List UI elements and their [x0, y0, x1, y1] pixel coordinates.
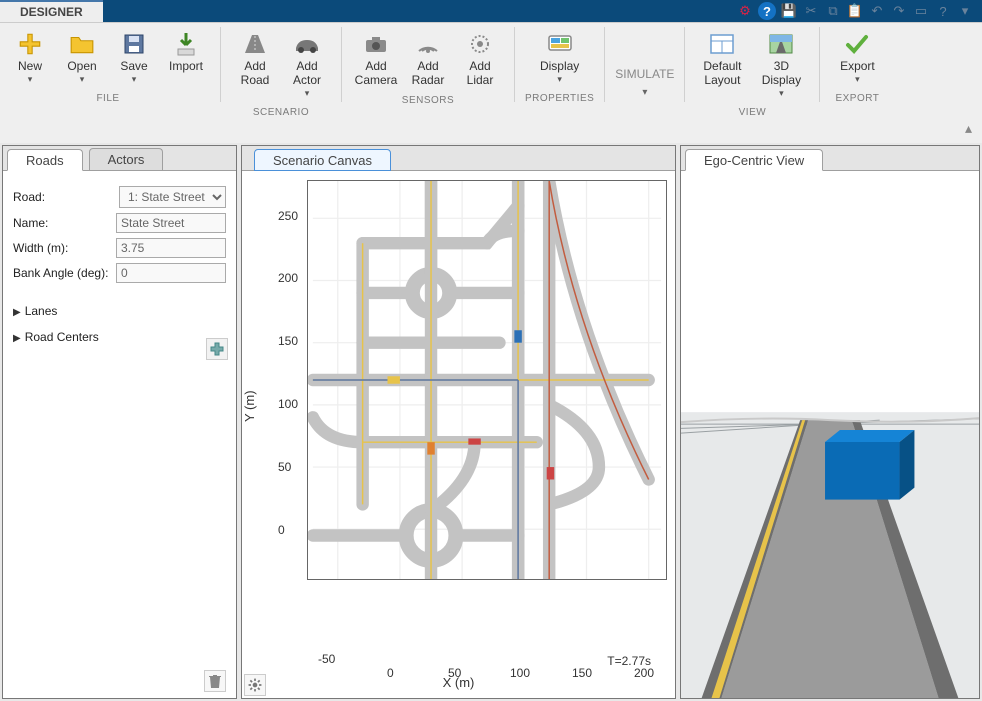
check-icon: [832, 29, 882, 59]
ego-vehicle: [825, 430, 914, 500]
bank-field[interactable]: [116, 263, 226, 283]
layout-icon[interactable]: ▭: [912, 2, 930, 20]
bank-label: Bank Angle (deg):: [13, 266, 116, 280]
save-icon[interactable]: 💾: [780, 2, 798, 20]
width-field[interactable]: [116, 238, 226, 258]
toolstrip: New ▾ Open ▾ Save ▾: [0, 22, 982, 143]
display-button[interactable]: Display ▾: [532, 27, 588, 87]
tab-ego-view[interactable]: Ego-Centric View: [685, 149, 823, 171]
y-tick-0: 0: [278, 523, 285, 537]
y-axis-title: Y (m): [242, 390, 257, 422]
add-center-button[interactable]: [206, 338, 228, 360]
menu-icon[interactable]: ▾: [956, 2, 974, 20]
x-tick-100: 100: [510, 666, 530, 680]
group-sensors: Add Camera Add Radar Add Lidar SENSORS: [346, 23, 510, 122]
display-icon: [534, 29, 586, 59]
y-tick-150: 150: [278, 334, 298, 348]
add-radar-button[interactable]: Add Radar: [404, 27, 452, 89]
x-tick-150: 150: [572, 666, 592, 680]
paste-icon[interactable]: 📋: [846, 2, 864, 20]
width-label: Width (m):: [13, 241, 116, 255]
add-camera-button[interactable]: Add Camera: [352, 27, 400, 89]
undo-icon[interactable]: ↶: [868, 2, 886, 20]
redo-icon[interactable]: ↷: [890, 2, 908, 20]
add-road-button[interactable]: Add Road: [231, 27, 279, 101]
left-panel: Roads Actors Road: 1: State Street Name:…: [2, 145, 237, 699]
canvas-settings-button[interactable]: [244, 674, 266, 696]
pref-icon[interactable]: ⚙: [736, 2, 754, 20]
copy-icon[interactable]: ⧉: [824, 2, 842, 20]
scenario-map[interactable]: [307, 180, 667, 580]
add-actor-label: Add Actor: [285, 59, 329, 87]
import-icon: [164, 29, 208, 59]
sensors-group-label: SENSORS: [402, 89, 454, 110]
road-label: Road:: [13, 190, 119, 204]
tab-actors[interactable]: Actors: [89, 148, 164, 170]
section-road-centers[interactable]: Road Centers: [3, 324, 236, 350]
group-scenario: Add Road Add Actor ▾ SCENARIO: [225, 23, 337, 122]
y-tick-100: 100: [278, 397, 298, 411]
file-group-label: FILE: [96, 87, 119, 108]
export-group-label: EXPORT: [835, 87, 879, 108]
road-select[interactable]: 1: State Street: [119, 186, 226, 208]
cut-icon[interactable]: ✂: [802, 2, 820, 20]
plus-icon: [8, 29, 52, 59]
designer-tab[interactable]: DESIGNER: [0, 0, 103, 22]
name-field[interactable]: [116, 213, 226, 233]
x-tick-0: 0: [387, 666, 394, 680]
toolstrip-collapse-icon[interactable]: ▴: [965, 120, 972, 137]
group-simulate: SIMULATE ▾: [609, 23, 680, 122]
group-view: Default Layout 3D Display ▾ VIEW: [689, 23, 815, 122]
new-button[interactable]: New ▾: [6, 27, 54, 87]
delete-button[interactable]: [204, 670, 226, 692]
folder-icon: [60, 29, 104, 59]
ego-scene[interactable]: [681, 176, 979, 698]
y-tick-50: 50: [278, 460, 291, 474]
three-d-icon: [755, 29, 807, 59]
section-lanes[interactable]: Lanes: [3, 298, 236, 324]
time-label: T=2.77s: [607, 654, 651, 668]
import-button[interactable]: Import: [162, 27, 210, 87]
lidar-icon: [458, 29, 502, 59]
help-blue-icon[interactable]: ?: [758, 2, 776, 20]
properties-group-label: PROPERTIES: [525, 87, 594, 108]
title-bar: DESIGNER ⚙ ? 💾 ✂ ⧉ 📋 ↶ ↷ ▭ ? ▾: [0, 0, 982, 22]
add-lidar-button[interactable]: Add Lidar: [456, 27, 504, 89]
three-d-display-button[interactable]: 3D Display ▾: [753, 27, 809, 101]
x-tick-50: 50: [448, 666, 461, 680]
save-button[interactable]: Save ▾: [110, 27, 158, 87]
tab-roads[interactable]: Roads: [7, 149, 83, 171]
scenario-group-label: SCENARIO: [253, 101, 309, 122]
body: Roads Actors Road: 1: State Street Name:…: [0, 143, 982, 701]
group-file: New ▾ Open ▾ Save ▾: [0, 23, 216, 122]
open-button[interactable]: Open ▾: [58, 27, 106, 87]
y-tick-200: 200: [278, 271, 298, 285]
add-road-label: Add Road: [233, 59, 277, 87]
default-layout-button[interactable]: Default Layout: [695, 27, 749, 101]
simulate-label: SIMULATE: [615, 67, 674, 81]
x-tick-200: 200: [634, 666, 654, 680]
radar-icon: [406, 29, 450, 59]
car-icon: [285, 29, 329, 59]
view-group-label: VIEW: [739, 101, 767, 122]
center-panel: Scenario Canvas Y (m) 250 200 150 100 50…: [241, 145, 676, 699]
name-label: Name:: [13, 216, 116, 230]
road-icon: [233, 29, 277, 59]
canvas-area[interactable]: Y (m) 250 200 150 100 50 0 X (m) -50 0 5…: [252, 176, 665, 688]
group-properties: Display ▾ PROPERTIES: [519, 23, 600, 122]
right-panel: Ego-Centric View: [680, 145, 980, 699]
x-tick--50: -50: [318, 652, 335, 666]
group-export: Export ▾ EXPORT: [824, 23, 890, 122]
layout-grid-icon: [697, 29, 747, 59]
disk-icon: [112, 29, 156, 59]
help-icon[interactable]: ?: [934, 2, 952, 20]
tab-scenario-canvas[interactable]: Scenario Canvas: [254, 149, 391, 171]
camera-icon: [354, 29, 398, 59]
add-actor-button[interactable]: Add Actor ▾: [283, 27, 331, 101]
export-button[interactable]: Export ▾: [830, 27, 884, 87]
y-tick-250: 250: [278, 209, 298, 223]
